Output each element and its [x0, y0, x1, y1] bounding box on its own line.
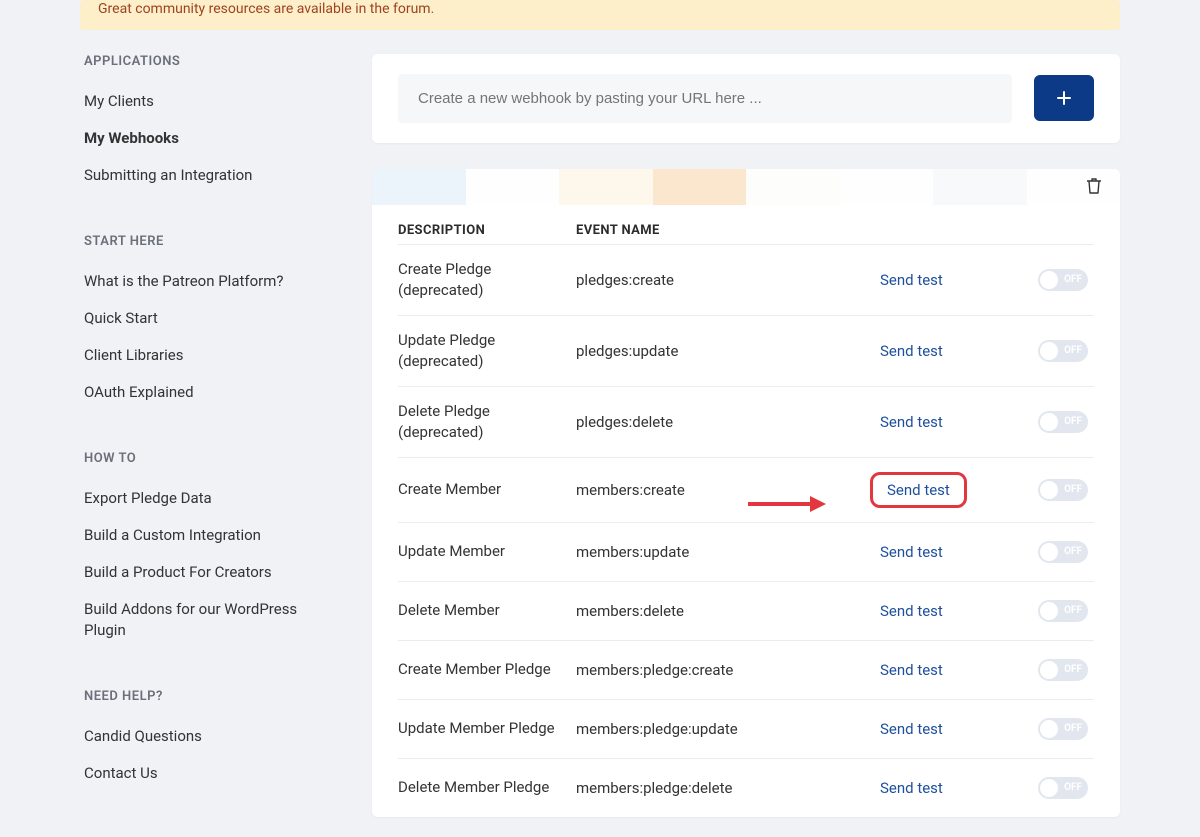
event-description: Delete Member [398, 600, 576, 621]
event-description: Create Pledge (deprecated) [398, 259, 576, 301]
event-description: Delete Pledge (deprecated) [398, 401, 576, 443]
event-description: Create Member Pledge [398, 659, 576, 680]
event-name: members:pledge:create [576, 661, 870, 679]
event-toggle[interactable]: OFF [1038, 718, 1088, 740]
header-description: DESCRIPTION [398, 223, 576, 238]
event-name: pledges:update [576, 342, 870, 360]
send-test-link[interactable]: Send test [870, 714, 953, 744]
event-toggle[interactable]: OFF [1038, 541, 1088, 563]
event-description: Update Pledge (deprecated) [398, 330, 576, 372]
layout: APPLICATIONS My ClientsMy WebhooksSubmitt… [0, 30, 1200, 832]
sidebar-heading: HOW TO [84, 451, 342, 466]
webhook-events-card: DESCRIPTION EVENT NAME Create Pledge (de… [372, 169, 1120, 817]
sidebar-heading: NEED HELP? [84, 689, 342, 704]
event-toggle[interactable]: OFF [1038, 479, 1088, 501]
webhook-url-input[interactable] [398, 74, 1012, 123]
banner-text: Great community resources are available … [98, 1, 434, 17]
plus-icon [1056, 90, 1072, 106]
event-toggle[interactable]: OFF [1038, 600, 1088, 622]
event-description: Create Member [398, 479, 576, 500]
event-name: members:create [576, 481, 870, 499]
header-event-name: EVENT NAME [576, 223, 870, 238]
sidebar-item[interactable]: My Clients [84, 83, 342, 120]
sidebar: APPLICATIONS My ClientsMy WebhooksSubmitt… [84, 54, 342, 832]
send-test-link[interactable]: Send test [870, 265, 953, 295]
event-description: Update Member [398, 541, 576, 562]
add-webhook-button[interactable] [1034, 75, 1094, 121]
sidebar-heading: START HERE [84, 234, 342, 249]
event-toggle[interactable]: OFF [1038, 659, 1088, 681]
create-webhook-card [372, 54, 1120, 143]
sidebar-item[interactable]: What is the Patreon Platform? [84, 263, 342, 300]
sidebar-item[interactable]: OAuth Explained [84, 374, 342, 411]
event-name: members:pledge:delete [576, 779, 870, 797]
trash-icon [1086, 177, 1102, 195]
main: DESCRIPTION EVENT NAME Create Pledge (de… [372, 54, 1120, 832]
send-test-link[interactable]: Send test [870, 407, 953, 437]
webhook-colorbar [372, 169, 1120, 205]
sidebar-item[interactable]: Export Pledge Data [84, 480, 342, 517]
table-row: Update Membermembers:updateSend test OFF [398, 522, 1094, 581]
sidebar-item[interactable]: My Webhooks [84, 120, 342, 157]
table-row: Update Member Pledgemembers:pledge:updat… [398, 699, 1094, 758]
table-header-row: DESCRIPTION EVENT NAME [398, 223, 1094, 244]
events-table: DESCRIPTION EVENT NAME Create Pledge (de… [372, 205, 1120, 817]
sidebar-heading: APPLICATIONS [84, 54, 342, 69]
table-row: Create Pledge (deprecated)pledges:create… [398, 244, 1094, 315]
event-description: Delete Member Pledge [398, 777, 576, 798]
event-name: pledges:create [576, 271, 870, 289]
send-test-link[interactable]: Send test [870, 537, 953, 567]
event-toggle[interactable]: OFF [1038, 269, 1088, 291]
sidebar-item[interactable]: Submitting an Integration [84, 157, 342, 194]
sidebar-item[interactable]: Build Addons for our WordPress Plugin [84, 591, 342, 649]
event-toggle[interactable]: OFF [1038, 777, 1088, 799]
event-name: pledges:delete [576, 413, 870, 431]
event-toggle[interactable]: OFF [1038, 411, 1088, 433]
sidebar-item[interactable]: Build a Custom Integration [84, 517, 342, 554]
banner: Great community resources are available … [80, 0, 1120, 30]
table-row: Delete Pledge (deprecated)pledges:delete… [398, 386, 1094, 457]
event-name: members:delete [576, 602, 870, 620]
event-name: members:update [576, 543, 870, 561]
table-row: Update Pledge (deprecated)pledges:update… [398, 315, 1094, 386]
send-test-link[interactable]: Send test [870, 596, 953, 626]
send-test-link[interactable]: Send test [870, 655, 953, 685]
sidebar-item[interactable]: Candid Questions [84, 718, 342, 755]
table-row: Delete Membermembers:deleteSend test OFF [398, 581, 1094, 640]
sidebar-item[interactable]: Contact Us [84, 755, 342, 792]
event-toggle[interactable]: OFF [1038, 340, 1088, 362]
sidebar-item[interactable]: Quick Start [84, 300, 342, 337]
send-test-link[interactable]: Send test [870, 472, 967, 508]
delete-webhook-button[interactable] [1086, 177, 1102, 199]
sidebar-item[interactable]: Build a Product For Creators [84, 554, 342, 591]
event-name: members:pledge:update [576, 720, 870, 738]
table-row: Create Member Pledgemembers:pledge:creat… [398, 640, 1094, 699]
sidebar-item[interactable]: Client Libraries [84, 337, 342, 374]
event-description: Update Member Pledge [398, 718, 576, 739]
send-test-link[interactable]: Send test [870, 336, 953, 366]
send-test-link[interactable]: Send test [870, 773, 953, 803]
table-row: Delete Member Pledgemembers:pledge:delet… [398, 758, 1094, 817]
table-row: Create Membermembers:createSend test OFF [398, 457, 1094, 522]
